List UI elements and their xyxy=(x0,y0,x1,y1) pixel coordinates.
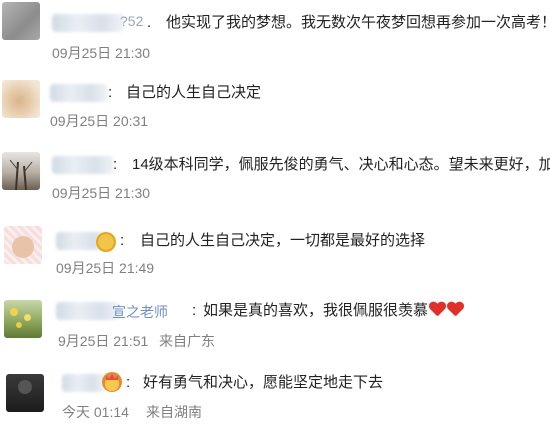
crown-badge-icon xyxy=(102,372,122,392)
heart-emoji-icon xyxy=(447,302,464,317)
comment-text: 14级本科同学，佩服先俊的勇气、决心和心态。望未来更好，加油 xyxy=(132,156,550,173)
user-avatar[interactable] xyxy=(4,300,42,338)
comment-item: ?52 . 他实现了我的梦想。我无数次午夜梦回想再参加一次高考！ 09月25日 … xyxy=(0,0,550,70)
heart-emoji-icon xyxy=(429,302,446,317)
comment-text: 好有勇气和决心，愿能坚定地走下去 xyxy=(143,374,384,391)
comment-text: 自己的人生自己决定 xyxy=(126,84,262,101)
comment-text: 自己的人生自己决定，一切都是最好的选择 xyxy=(140,232,426,249)
comment-text: 如果是真的喜欢，我很佩服很羡慕 xyxy=(203,302,429,319)
username-tail: 宣之老师 xyxy=(112,304,168,320)
username-tail: ?52 xyxy=(120,13,144,29)
username-blurred[interactable] xyxy=(62,374,106,392)
comment-time: 9月25日 21:51 xyxy=(58,333,149,349)
comment-time: 09月25日 21:49 xyxy=(56,260,155,276)
username-blurred[interactable] xyxy=(52,156,114,174)
comment-time: 09月25日 20:31 xyxy=(50,113,149,129)
username-blurred[interactable] xyxy=(52,14,124,32)
comment-separator: : xyxy=(192,302,197,319)
yellow-badge-icon xyxy=(96,232,116,252)
comment-text-row: 如果是真的喜欢，我很佩服很羡慕 xyxy=(203,301,464,321)
tree-photo-icon xyxy=(9,159,33,190)
comment-time: 09月25日 21:30 xyxy=(52,185,151,201)
comment-separator: : xyxy=(126,374,131,391)
user-avatar[interactable] xyxy=(4,226,42,264)
user-avatar[interactable] xyxy=(6,374,44,412)
comment-separator: : xyxy=(108,84,113,101)
comment-item: : 14级本科同学，佩服先俊的勇气、决心和心态。望未来更好，加油 09月25日 … xyxy=(0,140,550,216)
comment-item: : 自己的人生自己决定 09月25日 20:31 xyxy=(0,72,550,138)
comment-location: 来自湖南 xyxy=(146,404,202,420)
comment-separator: : xyxy=(113,156,118,173)
comment-separator: . xyxy=(147,14,152,31)
comment-time: 今天 01:14 xyxy=(62,404,129,420)
comment-item: 宣之老师 : 如果是真的喜欢，我很佩服很羡慕 9月25日 21:51 来自广东 xyxy=(0,290,550,354)
username-blurred[interactable] xyxy=(56,302,120,320)
comment-text: 他实现了我的梦想。我无数次午夜梦回想再参加一次高考！ xyxy=(166,14,550,31)
comment-location: 来自广东 xyxy=(159,333,215,349)
username-blurred[interactable] xyxy=(50,84,108,102)
user-avatar[interactable] xyxy=(2,2,40,40)
comment-item: : 好有勇气和决心，愿能坚定地走下去 今天 01:14 来自湖南 xyxy=(0,356,550,429)
comment-separator: : xyxy=(120,232,125,249)
comment-item: : 自己的人生自己决定，一切都是最好的选择 09月25日 21:49 xyxy=(0,218,550,288)
user-avatar[interactable] xyxy=(2,80,40,118)
comment-time: 09月25日 21:30 xyxy=(52,45,151,61)
user-avatar[interactable] xyxy=(2,152,40,190)
